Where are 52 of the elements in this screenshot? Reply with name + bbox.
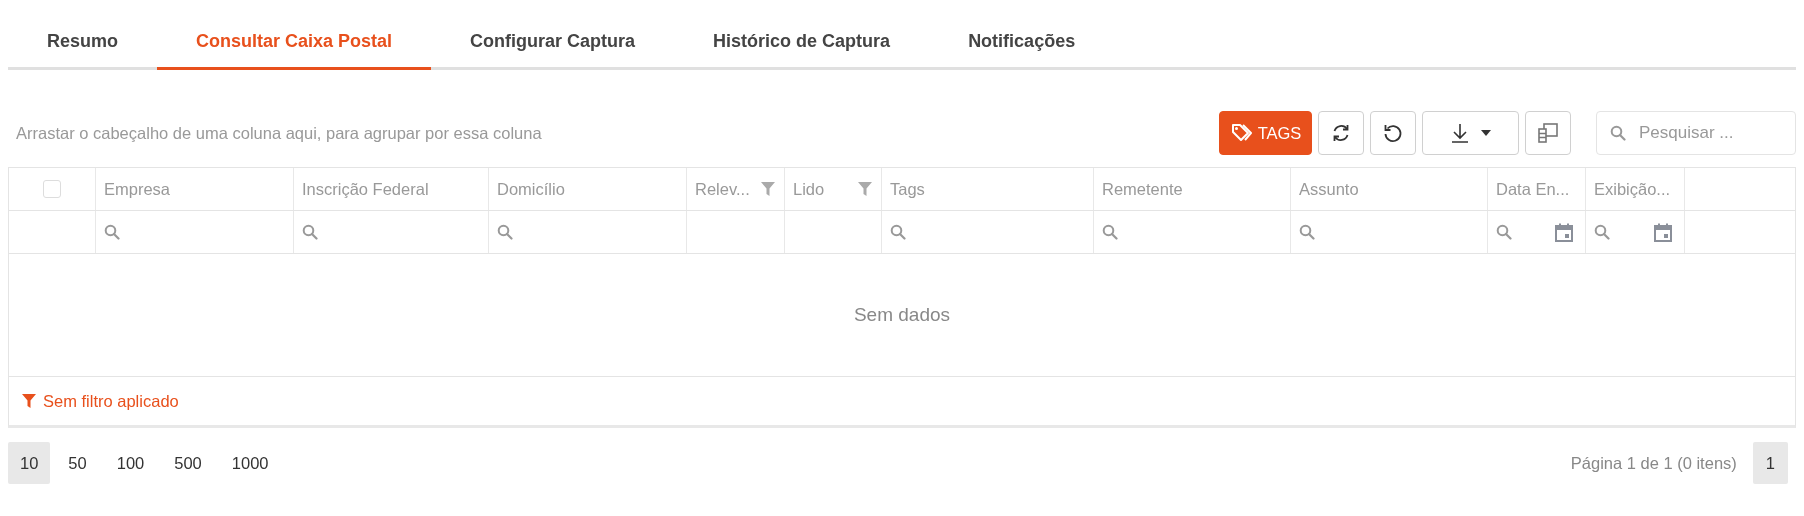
export-button[interactable] — [1422, 111, 1519, 155]
search-icon — [1299, 224, 1315, 240]
tab[interactable]: Notificações — [929, 31, 1115, 70]
no-data-message: Sem dados — [853, 304, 951, 326]
page-info: Página 1 de 1 (0 itens) — [1570, 453, 1737, 473]
select-all-checkbox[interactable] — [43, 180, 61, 198]
download-icon — [1450, 123, 1469, 143]
column-header[interactable]: Tags — [890, 179, 925, 199]
calendar-icon[interactable] — [1555, 222, 1573, 242]
column-header[interactable]: Inscrição Federal — [302, 179, 429, 199]
search-field[interactable]: Pesquisar ... — [1596, 111, 1796, 155]
page-button[interactable]: 1 — [1752, 442, 1788, 484]
column-header[interactable]: Domicílio — [497, 179, 565, 199]
filter-icon[interactable] — [857, 181, 873, 197]
filter-icon[interactable] — [760, 181, 776, 197]
page-size-button[interactable]: 100 — [104, 442, 157, 484]
calendar-icon[interactable] — [1654, 222, 1672, 242]
search-icon — [890, 224, 906, 240]
search-icon — [1610, 125, 1626, 141]
column-header[interactable]: Lido — [793, 179, 825, 199]
tab[interactable]: Resumo — [8, 31, 157, 70]
group-panel-hint: Arrastar o cabeçalho de uma coluna aqui, para agrupar por essa coluna — [15, 123, 543, 143]
column-header[interactable]: Remetente — [1102, 179, 1183, 199]
refresh-icon — [1331, 123, 1351, 143]
search-icon — [1102, 224, 1118, 240]
search-icon — [497, 224, 513, 240]
tab[interactable]: Configurar Captura — [431, 31, 675, 70]
tag-icon — [1229, 122, 1252, 144]
search-icon — [104, 224, 120, 240]
tab[interactable]: Consultar Caixa Postal — [157, 31, 432, 70]
filter-status: Sem filtro aplicado — [43, 391, 179, 411]
undo-icon — [1383, 123, 1403, 143]
reset-button[interactable] — [1370, 111, 1416, 155]
tags-button[interactable]: TAGS — [1219, 111, 1312, 155]
column-header[interactable]: Empresa — [104, 179, 171, 199]
tab[interactable]: Histórico de Captura — [674, 31, 930, 70]
page-size-button[interactable]: 500 — [162, 442, 214, 484]
filter-icon — [21, 393, 37, 409]
page-size-button[interactable]: 1000 — [219, 442, 281, 484]
search-icon — [1594, 224, 1610, 240]
page-size-button[interactable]: 10 — [8, 442, 51, 484]
columns-icon — [1537, 122, 1559, 144]
search-icon — [302, 224, 318, 240]
column-header[interactable]: Assunto — [1299, 179, 1359, 199]
search-icon — [1496, 224, 1512, 240]
refresh-button[interactable] — [1318, 111, 1364, 155]
column-chooser-button[interactable] — [1525, 111, 1571, 155]
column-header[interactable]: Relev... — [695, 179, 750, 199]
column-header[interactable]: Data En... — [1496, 179, 1570, 199]
column-header[interactable]: Exibição... — [1594, 179, 1671, 199]
page-size-button[interactable]: 50 — [56, 442, 99, 484]
caret-icon — [1480, 130, 1491, 136]
